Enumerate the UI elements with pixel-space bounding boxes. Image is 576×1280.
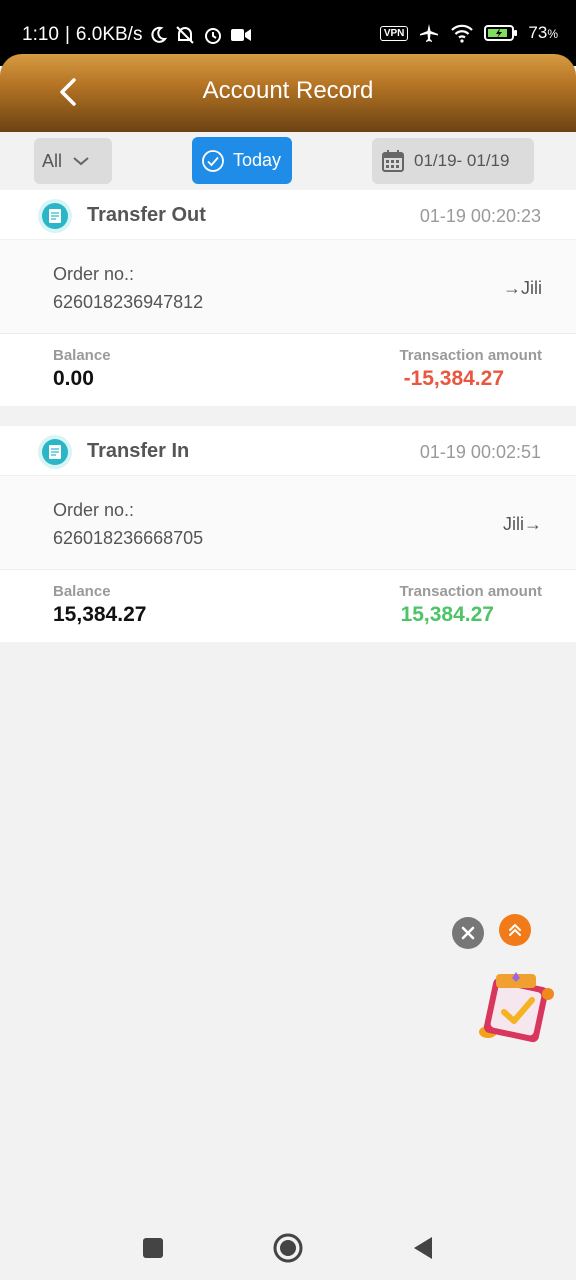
balance-value: 15,384.27 [53, 603, 147, 626]
transaction-amount-value: -15,384.27 [403, 367, 504, 390]
status-right: VPN 73% [379, 22, 558, 44]
balance-label: Balance [53, 583, 111, 600]
status-separator: | [64, 24, 70, 45]
home-button[interactable] [272, 1232, 304, 1264]
moon-icon [148, 25, 168, 45]
transaction-amount-label: Transaction amount [399, 347, 542, 364]
alarm-icon [202, 24, 224, 46]
record-time: 01-19 00:02:51 [419, 442, 541, 462]
record-header: Transfer In 01-19 00:02:51 [0, 426, 576, 476]
balance-value: 0.00 [53, 367, 94, 390]
triangle-back-icon [414, 1237, 432, 1259]
airplane-icon [418, 22, 440, 44]
scroll-top-button[interactable] [499, 914, 531, 946]
bell-off-icon [174, 25, 196, 45]
balance-label: Balance [53, 347, 111, 364]
order-label: Order no.: [53, 500, 135, 520]
status-time: 1:10 [22, 24, 59, 45]
record-amounts: Balance 15,384.27 Transaction amount 15,… [0, 570, 576, 642]
type-filter-label: All [42, 150, 63, 171]
battery-level: 73% [528, 23, 558, 42]
filter-bar: All Today 01/19- 01/19 [0, 132, 576, 190]
gift-promo-icon[interactable] [474, 966, 558, 1050]
chevron-down-icon [72, 155, 90, 167]
record-type: Transfer In [87, 440, 190, 462]
double-chevron-up-icon [509, 923, 521, 936]
order-label: Order no.: [53, 264, 135, 284]
order-number: 626018236947812 [53, 292, 204, 312]
date-range-label: 01/19- 01/19 [414, 151, 510, 170]
receipt-icon [38, 435, 72, 469]
calendar-icon [382, 150, 404, 172]
status-left: 1:10 | 6.0KB/s [22, 24, 252, 46]
close-icon [461, 926, 475, 940]
transaction-amount-label: Transaction amount [399, 583, 542, 600]
record-type: Transfer Out [87, 204, 206, 226]
record-header: Transfer Out 01-19 00:20:23 [0, 190, 576, 240]
close-float-button[interactable] [452, 917, 484, 949]
wifi-icon [450, 23, 474, 43]
record-card-transfer-in[interactable]: Transfer In 01-19 00:02:51 Order no.: 62… [0, 426, 576, 642]
recents-button[interactable] [137, 1232, 169, 1264]
transaction-amount-value: 15,384.27 [400, 603, 494, 626]
vpn-badge: VPN [379, 25, 409, 41]
page-title: Account Record [202, 77, 374, 104]
record-amounts: Balance 0.00 Transaction amount -15,384.… [0, 334, 576, 406]
record-order: Order no.: 626018236668705 Jili→ [0, 476, 576, 570]
battery-icon [484, 24, 518, 42]
order-number: 626018236668705 [53, 528, 204, 548]
today-label: Today [233, 150, 282, 170]
status-speed: 6.0KB/s [75, 24, 143, 45]
app-header: Account Record [0, 54, 576, 132]
circle-icon [273, 1233, 303, 1263]
record-order: Order no.: 626018236947812 →Jili [0, 240, 576, 334]
transfer-destination: Jili→ [503, 514, 542, 534]
square-icon [143, 1238, 163, 1258]
record-card-transfer-out[interactable]: Transfer Out 01-19 00:20:23 Order no.: 6… [0, 190, 576, 406]
today-filter-button[interactable]: Today [192, 137, 292, 184]
receipt-icon [38, 199, 72, 233]
transfer-destination: →Jili [503, 278, 542, 298]
system-nav-bar [0, 1216, 576, 1280]
video-icon [230, 27, 252, 43]
date-range-picker[interactable]: 01/19- 01/19 [372, 138, 534, 184]
back-nav-button[interactable] [406, 1232, 438, 1264]
record-time: 01-19 00:20:23 [419, 206, 541, 226]
check-circle-icon [201, 149, 225, 173]
type-filter-dropdown[interactable]: All [34, 138, 112, 184]
